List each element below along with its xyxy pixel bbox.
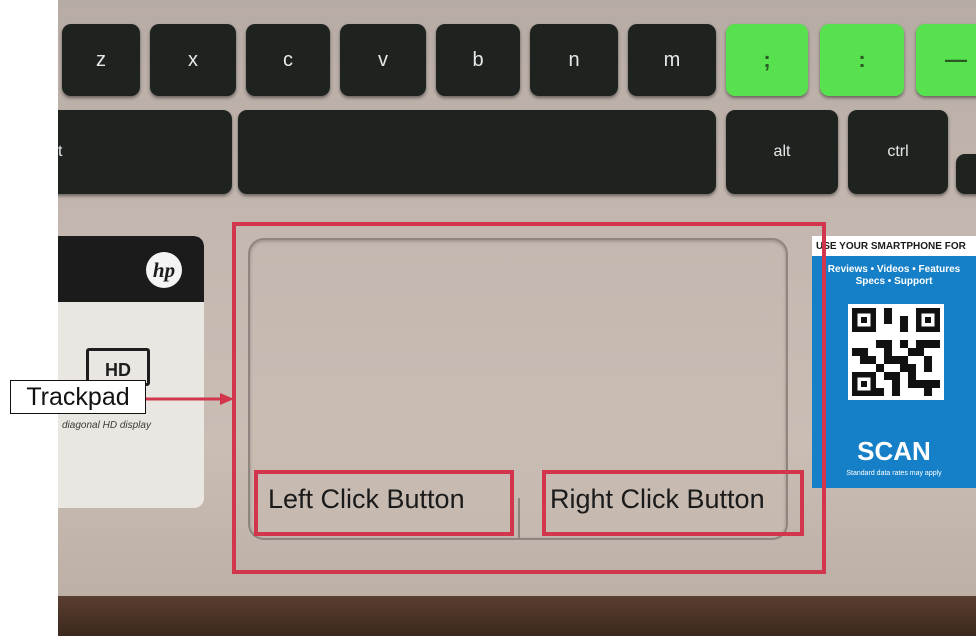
key-x-label: x — [188, 48, 198, 71]
trackpad-callout: Trackpad — [10, 380, 146, 414]
key-colon-label: : — [858, 47, 866, 73]
key-alt: alt — [726, 110, 838, 194]
qr-sticker-line2: Specs • Support — [855, 276, 933, 287]
key-v: v — [340, 24, 426, 96]
key-colon: : — [820, 24, 904, 96]
key-c: c — [246, 24, 330, 96]
qr-scan-label: SCAN — [857, 436, 931, 466]
key-spacebar — [238, 110, 716, 194]
key-left-partial: t — [58, 110, 232, 194]
key-ctrl: ctrl — [848, 110, 948, 194]
key-m: m — [628, 24, 716, 96]
qr-sticker-heading: USE YOUR SMARTPHONE FOR — [812, 236, 976, 256]
hp-logo: hp — [146, 252, 182, 288]
key-alt-label: alt — [773, 143, 791, 160]
key-semicolon-label: ; — [763, 47, 771, 73]
hp-sticker-band — [58, 236, 204, 302]
key-semicolon: ; — [726, 24, 808, 96]
qr-sticker-line1: Reviews • Videos • Features — [827, 264, 961, 275]
key-b-label: b — [472, 48, 484, 71]
key-x: x — [150, 24, 236, 96]
key-n: n — [530, 24, 618, 96]
key-n-label: n — [568, 48, 580, 71]
key-dash-label: — — [945, 47, 967, 73]
key-dash: — — [916, 24, 976, 96]
key-b: b — [436, 24, 520, 96]
key-z-label: z — [96, 48, 106, 71]
key-ctrl-label: ctrl — [887, 143, 909, 160]
key-c-label: c — [283, 48, 293, 71]
right-click-label: Right Click Button — [550, 484, 765, 514]
qr-code-icon — [848, 304, 944, 400]
key-m-label: m — [663, 48, 681, 71]
key-z: z — [62, 24, 140, 96]
hd-caption: diagonal HD display — [62, 420, 151, 431]
hp-sticker: hp HD diagonal HD display — [58, 236, 204, 508]
key-v-label: v — [378, 48, 388, 71]
laptop-photo: z x c v b n m ; : — t alt ctrl hp HD dia… — [58, 0, 976, 636]
left-click-label: Left Click Button — [268, 484, 465, 514]
qr-sticker: USE YOUR SMARTPHONE FOR Reviews • Videos… — [812, 236, 976, 488]
key-left-label: t — [58, 143, 63, 160]
key-right-partial — [956, 154, 976, 194]
qr-sticker-footer: Standard data rates may apply — [846, 470, 942, 477]
table-surface — [58, 596, 976, 636]
callout-arrow-icon — [146, 393, 234, 405]
